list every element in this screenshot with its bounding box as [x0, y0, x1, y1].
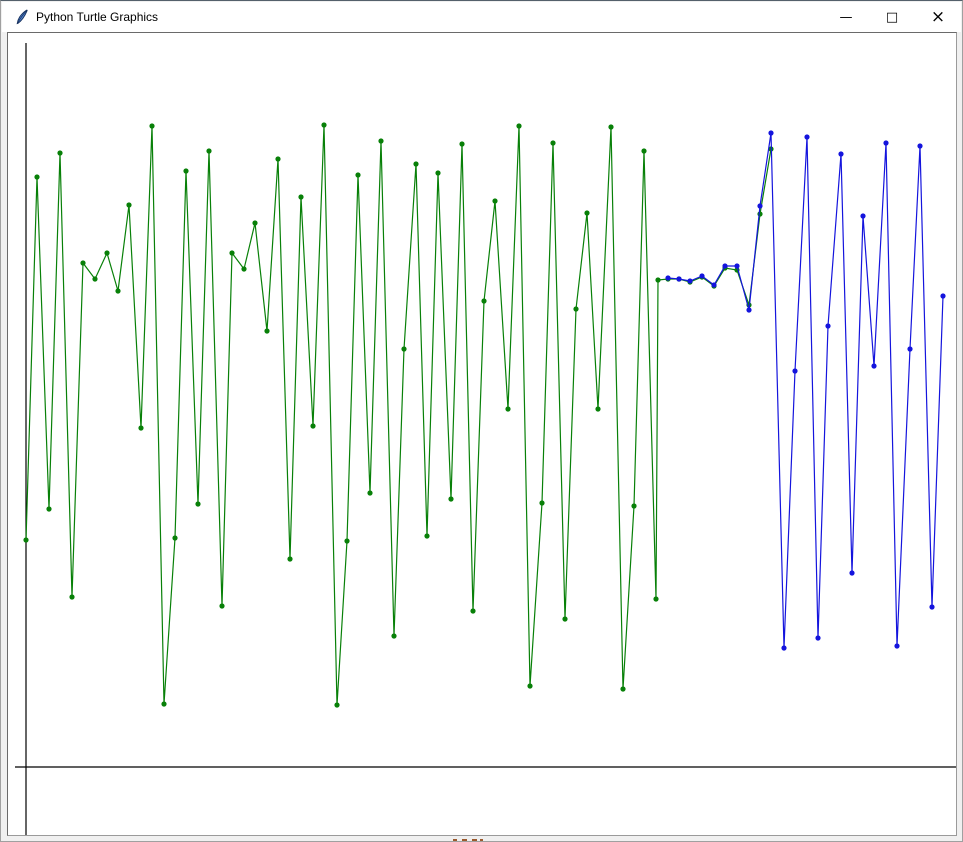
green-marker [34, 174, 39, 179]
blue-marker [838, 151, 843, 156]
green-marker [620, 686, 625, 691]
green-marker [195, 501, 200, 506]
green-marker [172, 535, 177, 540]
maximize-button[interactable]: □ [869, 2, 915, 32]
green-marker [69, 594, 74, 599]
green-marker [435, 170, 440, 175]
blue-marker [676, 276, 681, 281]
green-marker [275, 156, 280, 161]
blue-marker [699, 273, 704, 278]
green-marker [584, 210, 589, 215]
green-marker [562, 616, 567, 621]
green-marker [80, 260, 85, 265]
green-marker [149, 123, 154, 128]
blue-marker [768, 130, 773, 135]
blue-polyline [668, 133, 943, 648]
green-marker [391, 633, 396, 638]
green-marker [321, 122, 326, 127]
green-marker [287, 556, 292, 561]
blue-marker [940, 293, 945, 298]
green-marker [424, 533, 429, 538]
feather-icon [14, 9, 30, 25]
turtle-canvas [7, 32, 957, 836]
blue-marker [907, 346, 912, 351]
green-marker [492, 198, 497, 203]
green-marker [539, 500, 544, 505]
green-marker [527, 683, 532, 688]
green-marker [401, 346, 406, 351]
green-marker [367, 490, 372, 495]
green-polyline [26, 125, 771, 705]
blue-marker [871, 363, 876, 368]
blue-series [665, 130, 945, 650]
title-bar[interactable]: Python Turtle Graphics — □ × [2, 2, 961, 32]
blue-marker [883, 140, 888, 145]
green-marker [264, 328, 269, 333]
blue-marker [781, 645, 786, 650]
green-marker [757, 211, 762, 216]
green-marker [334, 702, 339, 707]
green-marker [138, 425, 143, 430]
window-title: Python Turtle Graphics [36, 10, 158, 24]
app-window: Python Turtle Graphics — □ × [0, 0, 963, 842]
blue-marker [711, 282, 716, 287]
green-marker [229, 250, 234, 255]
blue-marker [849, 570, 854, 575]
blue-marker [687, 278, 692, 283]
green-marker [104, 250, 109, 255]
green-marker [219, 603, 224, 608]
green-marker [631, 503, 636, 508]
green-marker [516, 123, 521, 128]
blue-marker [746, 307, 751, 312]
green-marker [459, 141, 464, 146]
blue-marker [917, 143, 922, 148]
green-marker [46, 506, 51, 511]
green-marker [57, 150, 62, 155]
green-marker [23, 537, 28, 542]
turtle-plot [7, 32, 957, 836]
green-marker [241, 266, 246, 271]
blue-marker [722, 263, 727, 268]
green-marker [355, 172, 360, 177]
green-marker [573, 306, 578, 311]
blue-marker [804, 134, 809, 139]
blue-marker [825, 323, 830, 328]
blue-marker [815, 635, 820, 640]
green-marker [298, 194, 303, 199]
green-marker [595, 406, 600, 411]
green-marker [183, 168, 188, 173]
green-marker [206, 148, 211, 153]
minimize-button[interactable]: — [823, 2, 869, 32]
blue-marker [757, 203, 762, 208]
green-marker [655, 277, 660, 282]
blue-marker [665, 275, 670, 280]
green-marker [413, 161, 418, 166]
blue-marker [792, 368, 797, 373]
blue-marker [860, 213, 865, 218]
green-marker [608, 124, 613, 129]
blue-marker [734, 263, 739, 268]
green-marker [448, 496, 453, 501]
green-marker [344, 538, 349, 543]
green-series [23, 122, 773, 707]
green-marker [161, 701, 166, 706]
green-marker [481, 298, 486, 303]
green-marker [550, 140, 555, 145]
green-marker [378, 138, 383, 143]
green-marker [126, 202, 131, 207]
blue-marker [894, 643, 899, 648]
green-marker [310, 423, 315, 428]
green-marker [92, 276, 97, 281]
green-marker [641, 148, 646, 153]
green-marker [505, 406, 510, 411]
green-marker [470, 608, 475, 613]
close-button[interactable]: × [915, 2, 961, 32]
green-marker [252, 220, 257, 225]
green-marker [115, 288, 120, 293]
green-marker [653, 596, 658, 601]
window-controls: — □ × [823, 2, 961, 32]
blue-marker [929, 604, 934, 609]
